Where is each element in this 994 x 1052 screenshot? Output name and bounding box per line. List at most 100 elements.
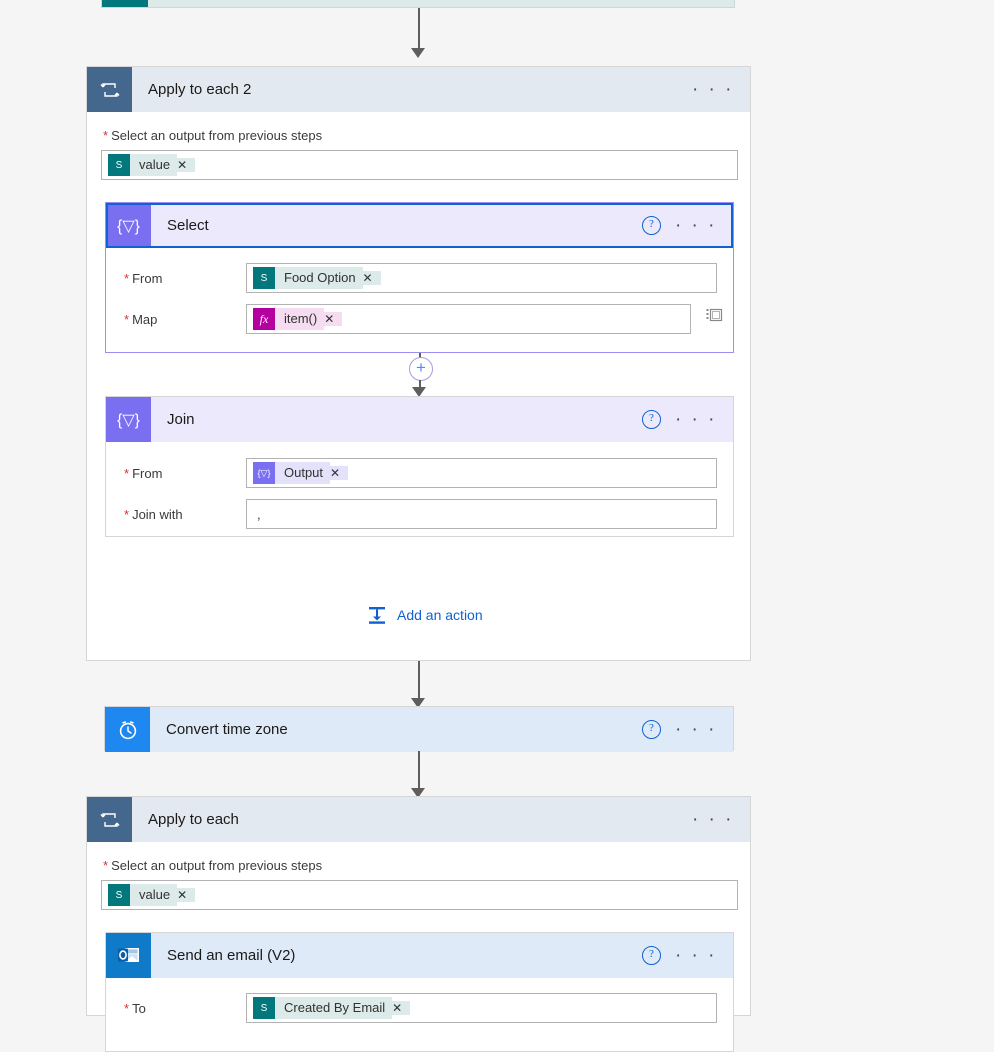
token-value[interactable]: S value ✕ — [108, 154, 196, 176]
sharepoint-icon — [102, 0, 148, 7]
select-map-row: * Map fx item() ✕ — [106, 304, 733, 334]
token-remove-icon[interactable]: ✕ — [177, 888, 196, 902]
token-label: Output — [275, 462, 331, 484]
apply-to-each-title: Apply to each — [148, 811, 239, 828]
add-action-icon — [367, 605, 387, 625]
required-marker: * — [124, 1000, 130, 1016]
join-with-label: * Join with — [124, 506, 183, 522]
required-marker: * — [124, 270, 130, 286]
join-from-label: * From — [124, 465, 163, 481]
sharepoint-icon: S — [253, 997, 275, 1019]
select-header-tools: ? · · · — [641, 216, 733, 235]
connector-line — [418, 751, 420, 791]
function-fx-icon: fx — [253, 308, 275, 330]
send-an-email-header[interactable]: Send an email (V2) ? · · · — [106, 933, 733, 978]
select-data-operation-icon: {▽} — [253, 462, 275, 484]
help-icon[interactable]: ? — [641, 410, 661, 429]
scope-apply-to-each[interactable]: Apply to each · · · * Select an output fr… — [86, 796, 751, 1052]
action-join[interactable]: {▽} Join ? · · · * From {▽} Output ✕ * J… — [105, 396, 734, 537]
select-from-row: * From S Food Option ✕ — [106, 263, 733, 293]
loop-icon — [87, 67, 132, 112]
token-remove-icon[interactable]: ✕ — [392, 1001, 411, 1015]
token-item-expression[interactable]: fx item() ✕ — [253, 308, 343, 330]
apply-to-each-body: * Select an output from previous steps S … — [87, 858, 750, 910]
join-from-row: * From {▽} Output ✕ — [106, 458, 733, 488]
select-map-field[interactable]: fx item() ✕ — [246, 304, 691, 334]
select-header[interactable]: {▽} Select ? · · · — [106, 203, 733, 248]
action-send-an-email[interactable]: Send an email (V2) ? · · · * To S Created… — [105, 932, 734, 1052]
join-data-operation-icon: {▽} — [106, 397, 151, 442]
select-icon-glyph: {▽} — [117, 217, 140, 235]
apply-to-each-2-more-menu[interactable]: · · · — [692, 80, 734, 99]
convert-time-zone-title: Convert time zone — [166, 721, 288, 738]
token-remove-icon[interactable]: ✕ — [177, 158, 196, 172]
apply-to-each-header[interactable]: Apply to each · · · — [87, 797, 750, 842]
required-marker: * — [103, 128, 109, 143]
add-an-action-button[interactable]: Add an action — [367, 605, 483, 625]
token-value[interactable]: S value ✕ — [108, 884, 196, 906]
action-convert-time-zone[interactable]: Convert time zone ? · · · — [104, 706, 734, 752]
join-header[interactable]: {▽} Join ? · · · — [106, 397, 733, 442]
help-icon[interactable]: ? — [641, 946, 661, 965]
token-label: Created By Email — [275, 997, 393, 1019]
token-created-by-email[interactable]: S Created By Email ✕ — [253, 997, 411, 1019]
token-label: value — [130, 154, 178, 176]
join-header-tools: ? · · · — [641, 410, 733, 429]
apply-to-each-2-header[interactable]: Apply to each 2 · · · — [87, 67, 750, 112]
apply-to-each-input-field[interactable]: S value ✕ — [101, 880, 738, 910]
token-output[interactable]: {▽} Output ✕ — [253, 462, 349, 484]
connector-arrow — [411, 48, 425, 58]
join-icon-glyph: {▽} — [117, 411, 140, 429]
connector-line — [418, 661, 420, 701]
add-an-action-label: Add an action — [397, 607, 483, 623]
apply-to-each-more-menu[interactable]: · · · — [692, 810, 734, 829]
loop-icon — [87, 797, 132, 842]
outlook-icon — [106, 933, 151, 978]
switch-to-text-mode-icon[interactable] — [706, 306, 723, 323]
token-label: Food Option — [275, 267, 363, 289]
select-data-operation-icon: {▽} — [106, 203, 151, 248]
help-icon[interactable]: ? — [641, 720, 661, 739]
apply-to-each-2-title: Apply to each 2 — [148, 81, 252, 98]
select-from-label: * From — [124, 270, 163, 286]
join-with-value: , — [257, 506, 261, 522]
select-title: Select — [167, 217, 209, 234]
apply-to-each-2-input-field[interactable]: S value ✕ — [101, 150, 738, 180]
required-marker: * — [124, 506, 130, 522]
help-icon[interactable]: ? — [641, 216, 661, 235]
select-from-field[interactable]: S Food Option ✕ — [246, 263, 717, 293]
join-from-field[interactable]: {▽} Output ✕ — [246, 458, 717, 488]
send-an-email-to-label: * To — [124, 1000, 146, 1016]
token-remove-icon[interactable]: ✕ — [324, 312, 343, 326]
join-title: Join — [167, 411, 195, 428]
required-marker: * — [103, 858, 109, 873]
send-an-email-title: Send an email (V2) — [167, 947, 296, 964]
action-select[interactable]: {▽} Select ? · · · * From S Food Option ✕ — [105, 202, 734, 353]
select-map-label: * Map — [124, 311, 158, 327]
convert-time-zone-header-tools: ? · · · — [641, 720, 733, 739]
select-more-menu[interactable]: · · · — [675, 216, 717, 235]
required-marker: * — [124, 465, 130, 481]
send-an-email-to-field[interactable]: S Created By Email ✕ — [246, 993, 717, 1023]
scope-apply-to-each-2[interactable]: Apply to each 2 · · · * Select an output … — [86, 66, 751, 661]
token-remove-icon[interactable]: ✕ — [362, 271, 381, 285]
insert-new-step-button[interactable]: + — [409, 357, 433, 381]
token-remove-icon[interactable]: ✕ — [330, 466, 349, 480]
required-marker: * — [124, 311, 130, 327]
sharepoint-icon: S — [108, 154, 130, 176]
join-more-menu[interactable]: · · · — [675, 410, 717, 429]
send-an-email-header-tools: ? · · · — [641, 946, 733, 965]
flow-designer-canvas: Apply to each 2 · · · * Select an output … — [0, 0, 994, 1052]
apply-to-each-2-input-label: * Select an output from previous steps — [103, 128, 323, 143]
clock-icon — [105, 707, 150, 752]
apply-to-each-header-tools: · · · — [692, 810, 750, 829]
token-food-option[interactable]: S Food Option ✕ — [253, 267, 381, 289]
apply-to-each-2-header-tools: · · · — [692, 80, 750, 99]
convert-time-zone-more-menu[interactable]: · · · — [675, 720, 717, 739]
convert-time-zone-header[interactable]: Convert time zone ? · · · — [105, 707, 733, 752]
join-with-field[interactable]: , — [246, 499, 717, 529]
send-an-email-to-row: * To S Created By Email ✕ — [106, 993, 733, 1023]
token-label: item() — [275, 308, 325, 330]
send-an-email-more-menu[interactable]: · · · — [675, 946, 717, 965]
truncated-sharepoint-action[interactable] — [101, 0, 735, 8]
